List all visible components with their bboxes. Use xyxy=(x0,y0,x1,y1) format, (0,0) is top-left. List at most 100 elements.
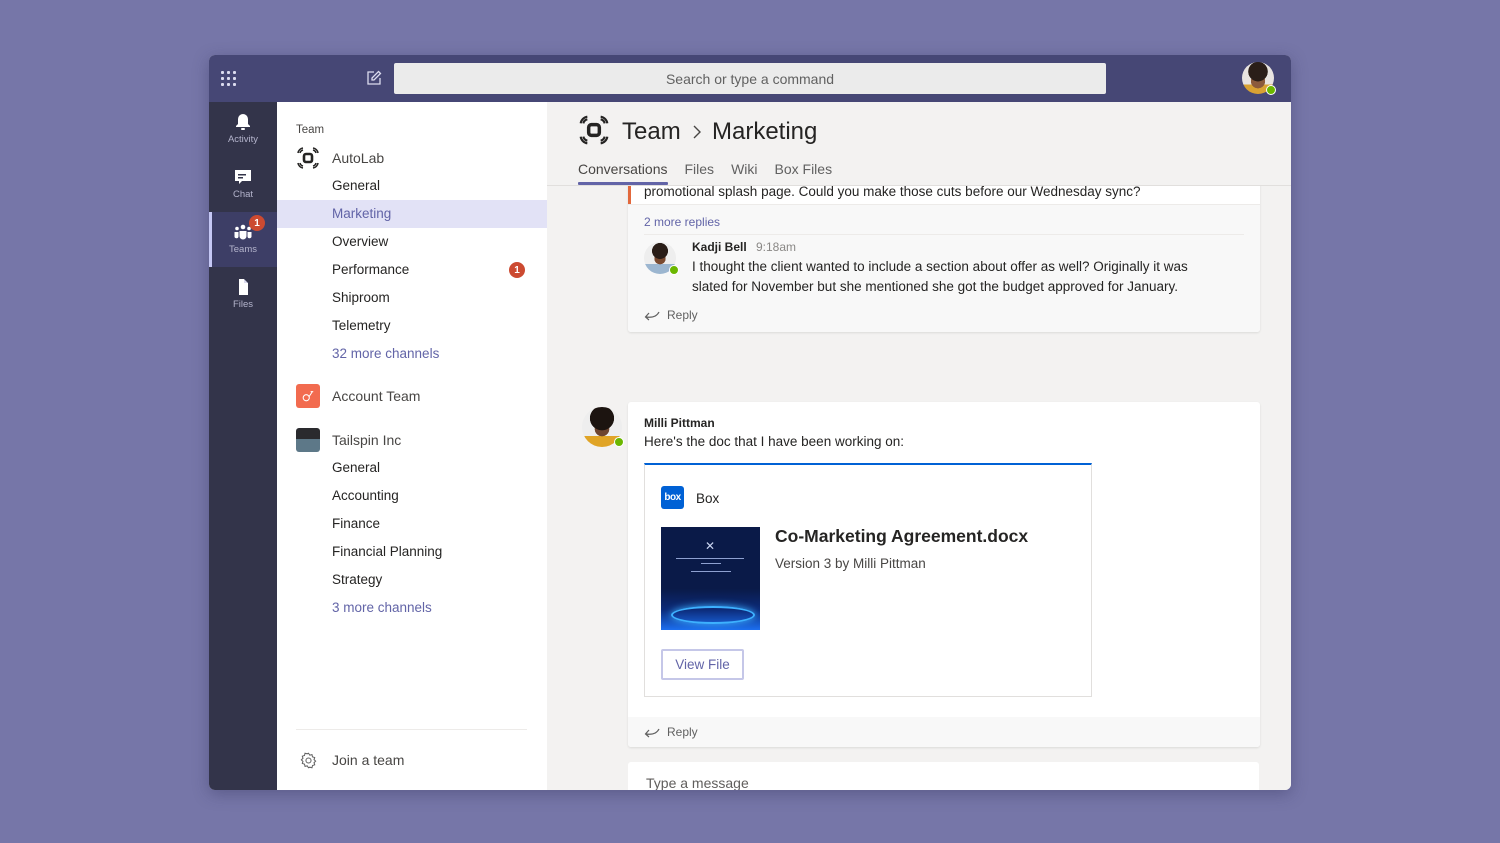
message-text: promotional splash page. Could you make … xyxy=(644,184,1141,199)
team-tailspin-inc[interactable]: Tailspin Inc xyxy=(277,426,547,454)
rail-label: Teams xyxy=(229,244,257,255)
message-input[interactable] xyxy=(628,762,1259,790)
reply-arrow-icon xyxy=(644,728,660,738)
replies-area: 2 more replies Kadji Bell 9:18am I thoug… xyxy=(628,204,1260,332)
user-avatar[interactable] xyxy=(1242,62,1276,95)
channel-accounting[interactable]: Accounting xyxy=(277,482,547,510)
tab-conversations[interactable]: Conversations xyxy=(578,161,668,185)
channel-tabs: Conversations Files Wiki Box Files xyxy=(578,161,849,185)
new-chat-icon[interactable] xyxy=(366,70,382,86)
channel-performance[interactable]: Performance 1 xyxy=(277,256,547,284)
tailspin-logo-icon xyxy=(296,428,320,452)
team-account-team[interactable]: Account Team xyxy=(277,382,547,410)
channel-label: Accounting xyxy=(332,488,399,503)
replies-area: Reply xyxy=(628,717,1260,747)
rail-label: Activity xyxy=(227,134,259,145)
file-name[interactable]: Co-Marketing Agreement.docx xyxy=(775,526,1028,547)
rail-item-files[interactable]: Files xyxy=(209,267,277,322)
message-text: Here's the doc that I have been working … xyxy=(644,434,904,449)
channel-telemetry[interactable]: Telemetry xyxy=(277,312,547,340)
message-author[interactable]: Milli Pittman xyxy=(644,416,715,430)
autolab-logo-icon xyxy=(579,115,609,145)
channel-label: General xyxy=(332,178,381,193)
reply-label: Reply xyxy=(667,308,698,322)
notification-badge: 1 xyxy=(249,215,265,231)
rail-item-activity[interactable]: Activity xyxy=(209,102,277,157)
teams-window: Activity Chat Teams 1 Files Team Au xyxy=(209,55,1291,790)
file-icon xyxy=(239,279,248,295)
account-team-logo-icon xyxy=(296,384,320,408)
box-logo-icon: box xyxy=(661,486,684,509)
breadcrumb-team[interactable]: Team xyxy=(622,118,681,146)
waffle-grid-icon[interactable] xyxy=(221,71,237,87)
channel-list: Team AutoLab General Marketing Overview … xyxy=(277,102,547,790)
join-team-button[interactable]: Join a team xyxy=(277,746,547,774)
channel-general[interactable]: General xyxy=(277,172,547,200)
rail-item-chat[interactable]: Chat xyxy=(209,157,277,212)
more-replies-link[interactable]: 2 more replies xyxy=(644,215,720,229)
more-channels-label: 3 more channels xyxy=(332,600,432,615)
channel-general[interactable]: General xyxy=(277,454,547,482)
channel-label: Marketing xyxy=(332,206,392,221)
message-thread: promotional splash page. Could you make … xyxy=(628,162,1260,332)
team-name: Tailspin Inc xyxy=(332,432,402,448)
channel-label: Strategy xyxy=(332,572,383,587)
file-meta: Version 3 by Milli Pittman xyxy=(775,556,926,571)
status-available-icon xyxy=(614,437,624,447)
reply-button[interactable]: Reply xyxy=(644,725,698,739)
document-thumbnail[interactable]: ✕ xyxy=(661,527,760,630)
channel-label: Financial Planning xyxy=(332,544,443,559)
section-label: Team xyxy=(296,124,325,136)
divider xyxy=(644,234,1244,235)
bell-icon xyxy=(236,114,250,130)
channel-finance[interactable]: Finance xyxy=(277,510,547,538)
reply-arrow-icon xyxy=(644,311,660,321)
rail-item-teams[interactable]: Teams 1 xyxy=(209,212,277,267)
more-channels-link[interactable]: 3 more channels xyxy=(277,594,547,622)
channel-label: Overview xyxy=(332,234,389,249)
avatar-milli-pittman[interactable] xyxy=(582,407,624,447)
message-author[interactable]: Kadji Bell xyxy=(692,240,747,254)
channel-overview[interactable]: Overview xyxy=(277,228,547,256)
search-input[interactable] xyxy=(394,63,1106,94)
reply-label: Reply xyxy=(667,725,698,739)
divider xyxy=(296,729,527,730)
channel-label: Shiproom xyxy=(332,290,390,305)
more-channels-link[interactable]: 32 more channels xyxy=(277,340,547,368)
tab-wiki[interactable]: Wiki xyxy=(731,161,757,183)
tab-box-files[interactable]: Box Files xyxy=(775,161,833,183)
channel-header: Team Marketing Conversations Files Wiki … xyxy=(547,102,1291,186)
channel-marketing[interactable]: Marketing xyxy=(277,200,547,228)
title-bar xyxy=(209,55,1291,102)
team-autolab[interactable]: AutoLab xyxy=(277,144,547,172)
message-text: I thought the client wanted to include a… xyxy=(692,259,1188,274)
message-time: 9:18am xyxy=(756,240,797,254)
team-name: Account Team xyxy=(332,388,421,404)
channel-label: Performance xyxy=(332,262,410,277)
gear-icon xyxy=(300,752,317,769)
box-file-card: box Box ✕ Co-Marketing Agreement.docx Ve… xyxy=(644,463,1092,697)
tab-files[interactable]: Files xyxy=(685,161,715,183)
rail-label: Files xyxy=(232,299,254,310)
conversation-pane: Team Marketing Conversations Files Wiki … xyxy=(547,102,1291,790)
status-available-icon xyxy=(1266,85,1276,95)
channel-shiproom[interactable]: Shiproom xyxy=(277,284,547,312)
app-rail: Activity Chat Teams 1 Files xyxy=(209,102,277,790)
message-text: slated for November but she mentioned sh… xyxy=(692,279,1179,294)
autolab-logo-icon xyxy=(297,147,319,169)
channel-label: General xyxy=(332,460,381,475)
view-file-button[interactable]: View File xyxy=(661,649,744,680)
notification-badge: 1 xyxy=(509,262,525,278)
team-name: AutoLab xyxy=(332,150,385,166)
card-provider: Box xyxy=(696,491,720,506)
rail-label: Chat xyxy=(232,189,254,200)
status-available-icon xyxy=(669,265,679,275)
channel-label: Finance xyxy=(332,516,381,531)
avatar-kadji-bell[interactable] xyxy=(644,242,679,275)
channel-strategy[interactable]: Strategy xyxy=(277,566,547,594)
channel-financial-planning[interactable]: Financial Planning xyxy=(277,538,547,566)
join-team-label: Join a team xyxy=(332,752,405,768)
message-thread: Milli Pittman Here's the doc that I have… xyxy=(628,402,1260,747)
reply-button[interactable]: Reply xyxy=(644,308,698,322)
chevron-right-icon xyxy=(693,125,701,139)
